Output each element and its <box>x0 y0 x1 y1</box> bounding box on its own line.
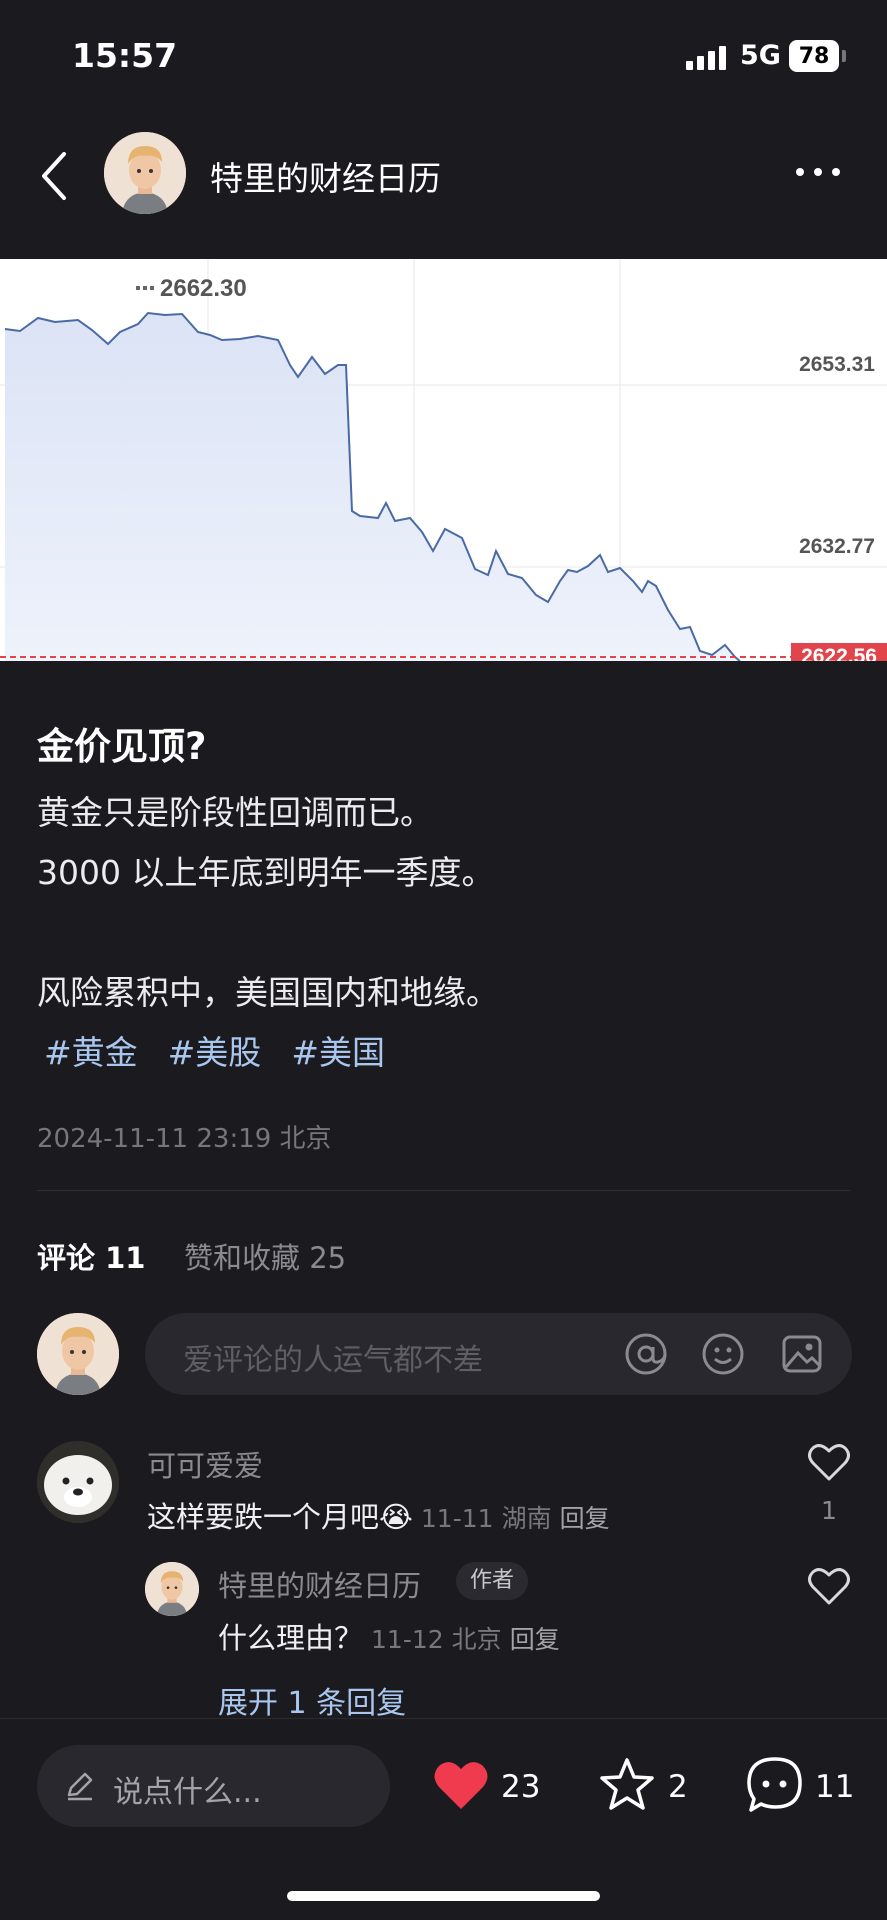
comment-text: 这样要跌一个月吧 <box>147 1500 380 1534</box>
reply-date: 11-12 <box>371 1625 444 1654</box>
expand-replies-link[interactable]: 展开 1 条回复 <box>218 1678 406 1722</box>
tag-link[interactable]: #美国 <box>291 1026 385 1074</box>
chart-peak-label: 2662.30 <box>160 275 247 302</box>
tab-comments[interactable]: 评论 11 <box>37 1235 145 1277</box>
author-badge: 作者 <box>456 1562 529 1600</box>
more-horizontal-icon[interactable] <box>796 168 840 176</box>
image-icon[interactable] <box>779 1331 825 1377</box>
heart-filled-icon[interactable] <box>432 1757 490 1811</box>
post-line-1: 黄金只是阶段性回调而已。 <box>37 793 433 832</box>
nav-title: 特里的财经日历 <box>210 159 441 198</box>
comment-count: 11 <box>815 1769 855 1805</box>
comment-input[interactable]: 爱评论的人运气都不差 <box>145 1313 852 1395</box>
comment-body: 这样要跌一个月吧😭 11-11 湖南 回复 <box>147 1494 610 1536</box>
signal-icon <box>686 44 726 70</box>
comment-bubble-icon[interactable] <box>745 1755 805 1815</box>
comment-location: 湖南 <box>501 1504 552 1533</box>
author-avatar[interactable] <box>104 132 186 214</box>
star-icon[interactable] <box>598 1757 656 1813</box>
reply-text: 什么理由？ <box>218 1621 364 1655</box>
favorite-count: 2 <box>668 1769 688 1805</box>
reply-button[interactable]: 回复 <box>510 1625 560 1654</box>
reply-author[interactable]: 特里的财经日历 <box>218 1563 421 1605</box>
comment-input-placeholder: 爱评论的人运气都不差 <box>183 1343 483 1378</box>
post-image-gold-chart[interactable]: 2662.30 2653.31 2632.77 2622.56 <box>0 259 887 661</box>
heart-outline-icon[interactable] <box>807 1442 851 1482</box>
post-line-2: 3000 以上年底到明年一季度。 <box>37 853 495 892</box>
bottom-action-bar: 说点什么... 23 2 11 <box>0 1718 887 1920</box>
tab-likes-favorites[interactable]: 赞和收藏 25 <box>184 1235 346 1277</box>
like-count: 23 <box>501 1769 541 1805</box>
say-placeholder: 说点什么... <box>113 1775 262 1810</box>
divider <box>37 1190 850 1191</box>
status-bar: 15:57 5G 78 <box>0 0 887 110</box>
commenter-avatar[interactable] <box>37 1441 119 1523</box>
comment-author[interactable]: 可可爱爱 <box>147 1443 263 1485</box>
crying-emoji: 😭 <box>379 1500 413 1534</box>
home-indicator[interactable] <box>287 1891 600 1901</box>
reply-location: 北京 <box>451 1625 502 1654</box>
chart-y-label-2: 2632.77 <box>799 535 875 558</box>
chevron-left-icon[interactable] <box>36 146 76 206</box>
author-avatar[interactable] <box>145 1562 199 1616</box>
heart-outline-icon[interactable] <box>807 1566 851 1606</box>
chart-current-price: 2622.56 <box>791 643 887 661</box>
post-title: 金价见顶? <box>37 725 207 768</box>
peak-marker <box>136 286 154 290</box>
chart-y-label-1: 2653.31 <box>799 353 875 376</box>
top-nav: 特里的财经日历 <box>0 120 887 230</box>
post-meta: 2024-11-11 23:19 北京 <box>37 1124 332 1154</box>
chart-graphic <box>0 259 887 661</box>
battery-icon: 78 <box>789 40 839 72</box>
reply-body: 什么理由？ 11-12 北京 回复 <box>218 1615 560 1657</box>
pencil-icon <box>63 1769 97 1803</box>
status-time: 15:57 <box>72 36 178 75</box>
emoji-icon[interactable] <box>700 1331 746 1377</box>
comment-like-count: 1 <box>821 1496 837 1525</box>
reply-button[interactable]: 回复 <box>560 1504 610 1533</box>
tag-link[interactable]: #美股 <box>168 1026 262 1074</box>
comment-date: 11-11 <box>420 1504 494 1533</box>
network-label: 5G <box>740 40 781 71</box>
post-tags: #黄金 #美股 #美国 <box>44 1026 385 1074</box>
post-line-3: 风险累积中，美国国内和地缘。 <box>37 973 499 1012</box>
tag-link[interactable]: #黄金 <box>44 1026 138 1074</box>
my-avatar <box>37 1313 119 1395</box>
at-icon[interactable] <box>623 1331 669 1377</box>
battery-tip <box>842 50 846 62</box>
say-something-input[interactable]: 说点什么... <box>37 1745 390 1827</box>
